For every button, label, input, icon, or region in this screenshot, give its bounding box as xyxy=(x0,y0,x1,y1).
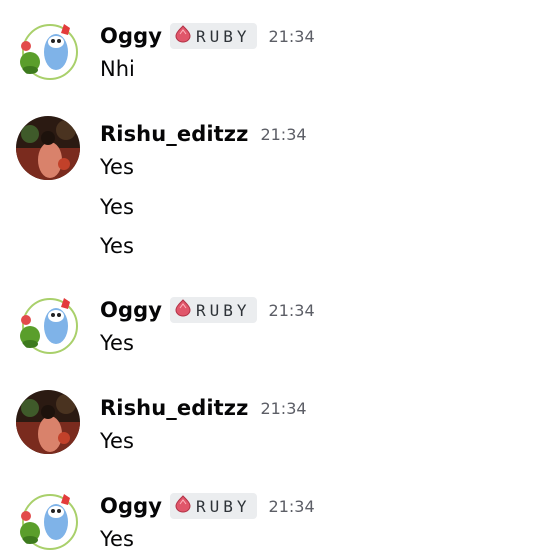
role-badge[interactable]: RUBY xyxy=(170,493,257,519)
username[interactable]: Rishu_editzz xyxy=(100,396,248,420)
avatar-oggy[interactable] xyxy=(16,18,80,82)
timestamp[interactable]: 21:34 xyxy=(269,497,315,516)
message-text: Yes xyxy=(100,527,134,551)
message-text: Yes xyxy=(100,234,134,258)
username[interactable]: Rishu_editzz xyxy=(100,122,248,146)
timestamp[interactable]: 21:34 xyxy=(269,27,315,46)
role-name: RUBY xyxy=(196,496,251,516)
username[interactable]: Oggy xyxy=(100,494,162,518)
avatar-oggy[interactable] xyxy=(16,292,80,356)
message-text: Yes xyxy=(100,195,134,219)
ruby-gem-icon xyxy=(174,495,192,517)
message-text: Nhi xyxy=(100,57,135,81)
message-header: Oggy RUBY 21:34 xyxy=(100,296,315,324)
ruby-gem-icon xyxy=(174,299,192,321)
role-badge[interactable]: RUBY xyxy=(170,297,257,323)
message-text: Yes xyxy=(100,155,134,179)
avatar-oggy[interactable] xyxy=(16,488,80,552)
ruby-gem-icon xyxy=(174,25,192,47)
avatar-rishu[interactable] xyxy=(16,390,80,454)
message-header: Oggy RUBY 21:34 xyxy=(100,22,315,50)
message-header: Oggy RUBY 21:34 xyxy=(100,492,315,520)
timestamp[interactable]: 21:34 xyxy=(260,125,306,144)
avatar-rishu[interactable] xyxy=(16,116,80,180)
role-badge[interactable]: RUBY xyxy=(170,23,257,49)
role-name: RUBY xyxy=(196,300,251,320)
timestamp[interactable]: 21:34 xyxy=(269,301,315,320)
message-header: Rishu_editzz 21:34 xyxy=(100,120,307,148)
message-text: Yes xyxy=(100,331,134,355)
message-text: Yes xyxy=(100,429,134,453)
message-header: Rishu_editzz 21:34 xyxy=(100,394,307,422)
chat-message-feed: Oggy RUBY 21:34 Nhi Rishu_editzz 21:34 Y… xyxy=(0,0,560,560)
timestamp[interactable]: 21:34 xyxy=(260,399,306,418)
role-name: RUBY xyxy=(196,26,251,46)
username[interactable]: Oggy xyxy=(100,298,162,322)
username[interactable]: Oggy xyxy=(100,24,162,48)
